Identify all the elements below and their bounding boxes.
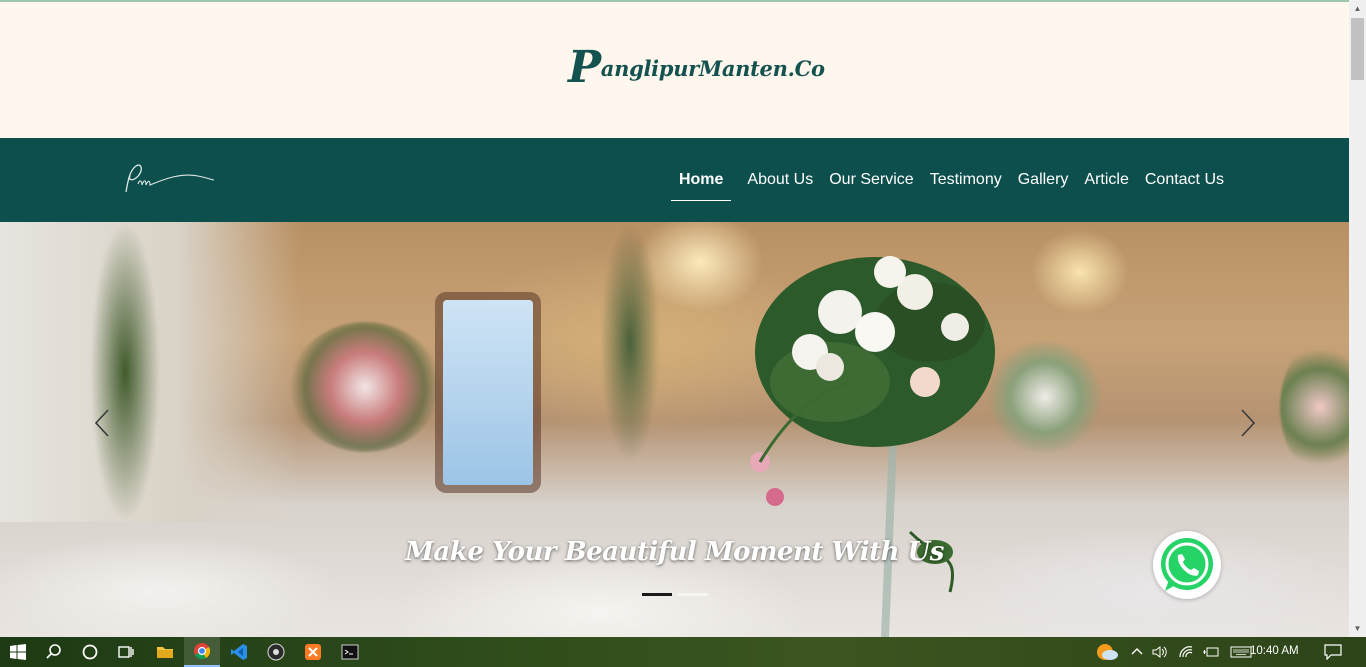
terminal-icon[interactable] [332,637,368,667]
cortana-icon[interactable] [72,637,108,667]
nav-contact-us[interactable]: Contact Us [1145,171,1224,189]
scroll-up-icon[interactable]: ▲ [1349,0,1366,17]
battery-icon[interactable] [1202,645,1220,659]
signature-logo-icon[interactable] [118,158,218,200]
hero-bg-window [443,300,533,485]
notifications-icon[interactable] [1324,644,1342,660]
brand-header: PanglipurManten.Co [0,2,1349,138]
weather-icon[interactable] [1094,641,1120,663]
carousel-next-icon[interactable] [1238,408,1258,438]
nav-home[interactable]: Home [670,171,732,201]
hero-bg-greenery-left [90,222,160,522]
hero-bg-greenery-mid [600,222,660,462]
windows-taskbar: 10:40 AM [0,637,1366,667]
whatsapp-icon [1161,538,1213,591]
xampp-icon[interactable] [295,637,331,667]
page-viewport: PanglipurManten.Co Home About Us Our Ser… [0,0,1349,637]
task-view-icon[interactable] [108,637,144,667]
file-explorer-icon[interactable] [147,637,183,667]
hero-centerpiece-bouquet-icon [750,256,995,637]
obs-icon[interactable] [258,637,294,667]
windows-start-icon[interactable] [0,637,36,667]
scroll-down-icon[interactable]: ▼ [1349,620,1366,637]
system-tray [1094,637,1252,667]
wifi-icon[interactable] [1178,645,1194,659]
chevron-up-icon[interactable] [1130,645,1144,659]
chrome-icon[interactable] [184,637,220,667]
taskbar-clock[interactable]: 10:40 AM [1250,645,1299,657]
hero-caption: Make Your Beautiful Moment With Us [405,537,944,567]
carousel-indicator-2[interactable] [678,593,708,596]
keyboard-icon[interactable] [1230,645,1252,659]
nav-testimony[interactable]: Testimony [930,171,1002,189]
hero-bg-bouquet-far-right [1280,342,1349,472]
vscode-icon[interactable] [221,637,257,667]
carousel-indicators [642,593,708,596]
search-icon[interactable] [36,637,72,667]
scroll-thumb[interactable] [1351,18,1364,80]
brand-initial: P [568,42,601,93]
nav-our-service[interactable]: Our Service [829,171,913,189]
hero-carousel: Make Your Beautiful Moment With Us [0,222,1349,637]
nav-gallery[interactable]: Gallery [1018,171,1069,189]
whatsapp-button[interactable] [1153,531,1221,599]
nav-menu: Home About Us Our Service Testimony Gall… [670,138,1224,222]
nav-article[interactable]: Article [1084,171,1128,189]
brand-name-rest: anglipurManten.Co [600,56,825,81]
main-navbar: Home About Us Our Service Testimony Gall… [0,138,1349,222]
carousel-prev-icon[interactable] [92,408,112,438]
volume-icon[interactable] [1152,645,1168,659]
brand-title[interactable]: PanglipurManten.Co [568,42,825,93]
nav-about-us[interactable]: About Us [747,171,813,189]
hero-bg-bouquet-left [290,322,440,452]
vertical-scrollbar[interactable]: ▲ ▼ [1349,0,1366,637]
carousel-indicator-1[interactable] [642,593,672,596]
